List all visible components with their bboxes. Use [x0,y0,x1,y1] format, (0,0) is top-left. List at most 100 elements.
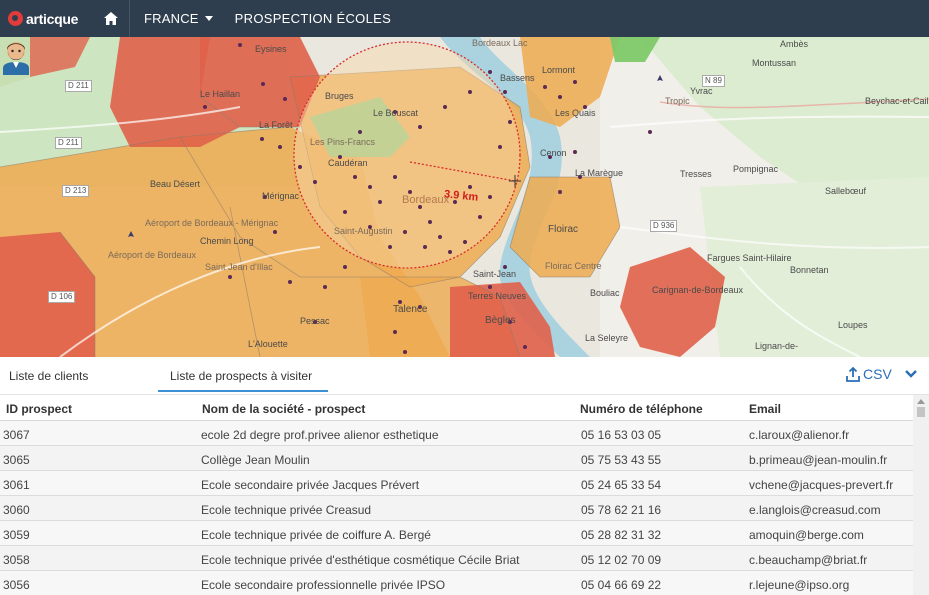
column-header-id[interactable]: ID prospect [6,402,72,416]
prospect-id-cell: 3059 [3,528,30,542]
table-row[interactable]: 3061 Ecole secondaire privée Jacques Prév… [0,471,913,496]
csv-export-button[interactable]: CSV [846,366,892,382]
map-label: Tresses [680,169,712,179]
map-label: Yvrac [690,86,713,96]
map-view[interactable]: Eysines Le Haillan La Forêt Le Bouscat B… [0,37,929,357]
column-header-email[interactable]: Email [749,402,781,416]
phone-cell: 05 16 53 03 05 [581,428,662,442]
home-icon [103,12,118,25]
logo-mark-icon [8,11,23,26]
road-badge: D 106 [48,291,76,303]
table-row[interactable]: 3065 Collège Jean Moulin 05 75 53 43 55 b.p… [0,446,913,471]
company-name-cell: ecole 2d degre prof.privee alienor esthe… [201,428,439,442]
map-label: Tropic [665,96,690,106]
map-label: Terres Neuves [468,291,527,301]
company-name-cell: Ecole secondaire privée Jacques Prévert [201,478,420,492]
email-cell: vchene@jacques-prevert.fr [749,478,894,492]
map-label: Caudéran [328,158,368,168]
map-label: Fargues Saint-Hilaire [707,253,792,263]
email-cell: e.langlois@creasud.com [749,503,881,517]
map-label: Beychac-et-Caillau [865,96,929,106]
table-scrollbar[interactable] [913,395,929,595]
map-label: Beau Désert [150,179,201,189]
map-label: Les Quais [555,108,596,118]
map-label: Pompignac [733,164,779,174]
page-title: PROSPECTION ÉCOLES [234,11,392,26]
map-label: Pessac [300,316,330,326]
prospect-id-cell: 3061 [3,478,30,492]
map-label: Lignan-de- [755,341,799,351]
map-label: Bassens [500,73,535,83]
map-label: Saint-Jean [473,269,517,279]
map-label: Ambès [780,39,809,49]
map-label: Carignan-de-Bordeaux [652,285,744,295]
csv-label: CSV [863,366,892,382]
prospect-id-cell: 3060 [3,503,30,517]
map-label: Talence [393,304,428,315]
logo-text: articque [26,10,79,27]
table-row[interactable]: 3056 Ecole secondaire professionnelle pri… [0,571,913,595]
prospect-table-body: 3067 ecole 2d degre prof.privee alienor e… [0,421,913,595]
table-row[interactable]: 3067 ecole 2d degre prof.privee alienor e… [0,421,913,446]
column-header-name[interactable]: Nom de la société - prospect [202,402,365,416]
email-cell: r.lejeune@ipso.org [749,578,850,592]
road-badge: N 89 [702,75,725,87]
map-label: Saint Jean d'Illac [205,262,273,272]
prospect-id-cell: 3067 [3,428,30,442]
scroll-thumb[interactable] [917,407,925,417]
country-label: FRANCE [144,11,199,26]
map-label: Bordeaux Lac [472,38,528,48]
column-header-phone[interactable]: Numéro de téléphone [580,402,703,416]
road-badge: D 936 [650,220,678,232]
phone-cell: 05 78 62 21 16 [581,503,662,517]
chevron-down-icon[interactable] [903,366,919,382]
map-label: Eysines [255,44,287,54]
active-tab-indicator [158,390,328,392]
map-label: Loupes [838,320,868,330]
email-cell: b.primeau@jean-moulin.fr [749,453,888,467]
map-label: Bouliac [590,288,620,298]
company-name-cell: Ecole technique privée de coiffure A. Be… [201,528,431,542]
scroll-up-icon[interactable] [917,399,925,404]
tab-prospect-list[interactable]: Liste de prospects à visiter [170,369,312,383]
prospect-panel: Liste de clients Liste de prospects à vi… [0,357,929,595]
map-label: Aéroport de Bordeaux [108,250,197,260]
phone-cell: 05 12 02 70 09 [581,553,662,567]
user-avatar-marker-icon[interactable] [0,37,32,75]
map-label: Montussan [752,58,797,68]
logo[interactable]: articque [0,0,92,37]
map-label: Saint-Augustin [334,226,393,236]
map-label: Le Bouscat [373,108,419,118]
map-label: Bordeaux [402,194,450,206]
map-label: Floirac [548,224,579,235]
export-icon [846,366,860,382]
map-label: Chemin Long [200,236,254,246]
map-label: Le Haillan [200,89,241,99]
prospect-id-cell: 3065 [3,453,30,467]
tab-client-list[interactable]: Liste de clients [9,369,88,383]
phone-cell: 05 75 53 43 55 [581,453,662,467]
home-button[interactable] [92,0,130,37]
top-bar: articque FRANCE PROSPECTION ÉCOLES [0,0,929,37]
table-row[interactable]: 3060 Ecole technique privée Creasud 05 78 … [0,496,913,521]
company-name-cell: Ecole technique privée Creasud [201,503,372,517]
company-name-cell: Ecole secondaire professionnelle privée … [201,578,446,592]
map-label: Bonnetan [790,265,829,275]
email-cell: amoquin@berge.com [749,528,864,542]
country-dropdown[interactable]: FRANCE [130,0,227,37]
prospect-id-cell: 3056 [3,578,30,592]
map-label: L'Alouette [248,339,288,349]
table-row[interactable]: 3058 Ecole technique privée d'esthétique … [0,546,913,571]
map-label: Lormont [542,65,576,75]
map-label: Bruges [325,91,354,101]
road-badge: D 213 [62,185,90,197]
map-label: Cenon [540,148,567,158]
map-label: Sallebœuf [825,186,867,196]
phone-cell: 05 04 66 69 22 [581,578,662,592]
phone-cell: 05 28 82 31 32 [581,528,662,542]
phone-cell: 05 24 65 33 54 [581,478,662,492]
map-label: Floirac Centre [545,261,602,271]
table-row[interactable]: 3059 Ecole technique privée de coiffure A… [0,521,913,546]
email-cell: c.laroux@alienor.fr [749,428,850,442]
table-header: ID prospect Nom de la société - prospect… [0,395,913,421]
